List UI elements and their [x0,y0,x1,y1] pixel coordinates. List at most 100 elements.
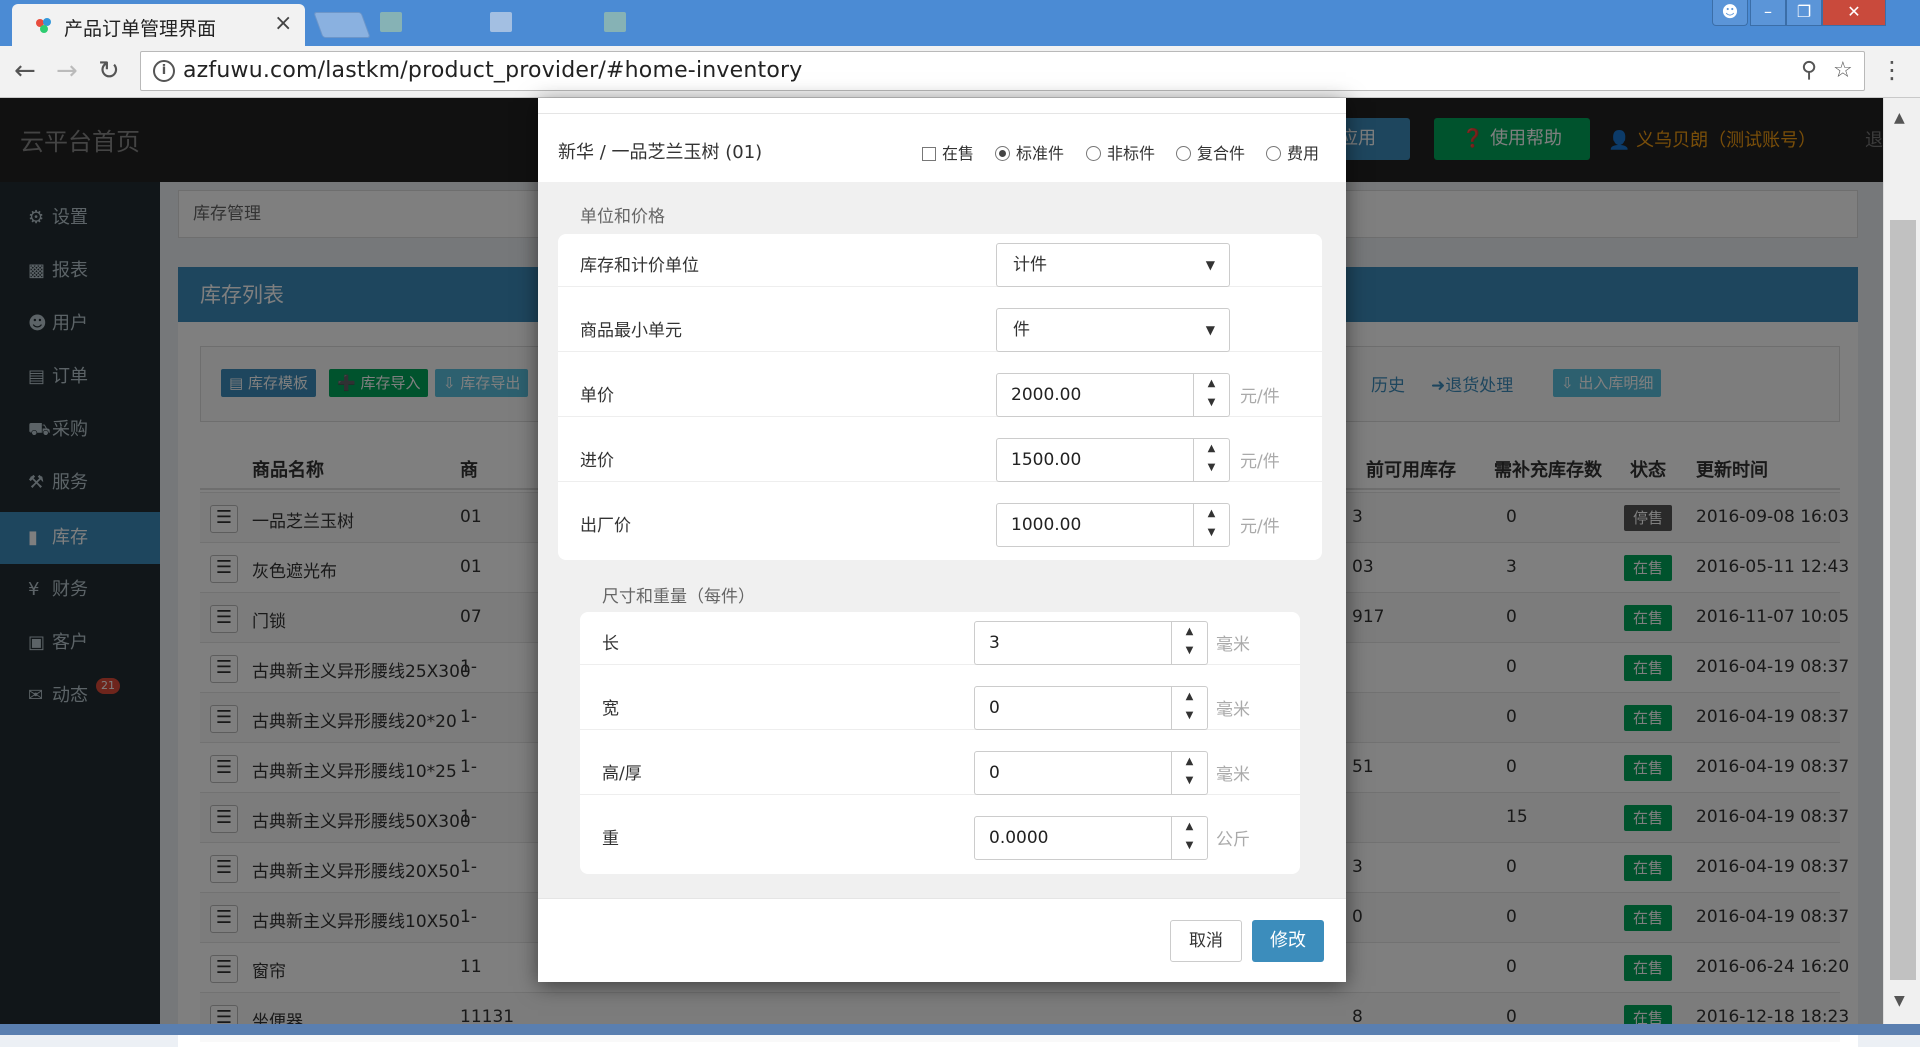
field-label: 长 [602,634,619,654]
window-close-button[interactable]: ✕ [1822,0,1886,26]
spin-up-icon[interactable]: ▲ [1208,443,1216,454]
edit-product-modal: 新华 / 一品芝兰玉树 (01) 在售 标准件 非标件 复合件 费用 单位和价格… [538,98,1346,982]
weight-input[interactable]: 0.0000 ▲ ▼ [974,816,1208,860]
spin-down-icon[interactable]: ▼ [1186,645,1194,656]
spinner-buttons[interactable]: ▲ ▼ [1171,817,1207,859]
profile-icon[interactable]: ☻ [1712,0,1748,26]
section-unit-price: 单位和价格 [580,207,665,227]
price-row: 单价 2000.00 ▲ ▼ 元/件 [558,364,1322,417]
bookmark-star-icon[interactable]: ☆ [1833,58,1853,83]
save-button[interactable]: 修改 [1252,920,1324,962]
price-input[interactable]: 2000.00 ▲ ▼ [996,373,1230,417]
spin-up-icon[interactable]: ▲ [1186,691,1194,702]
cost-input[interactable]: 1500.00 ▲ ▼ [996,438,1230,482]
radio-selected[interactable] [995,146,1010,161]
spin-down-icon[interactable]: ▼ [1186,775,1194,786]
spinner-buttons[interactable]: ▲ ▼ [1171,687,1207,729]
standard-radio[interactable]: 标准件 [995,140,1064,164]
background-thumbnail [490,12,512,32]
modal-title: 新华 / 一品芝兰玉树 (01) [558,142,763,163]
select-value: 计件 [1013,255,1047,275]
spinner-buttons[interactable]: ▲ ▼ [1193,439,1229,481]
spinner-buttons[interactable]: ▲ ▼ [1193,374,1229,416]
radio-button[interactable] [1266,146,1281,161]
modal-footer: 取消 修改 [538,898,1346,982]
composite-radio[interactable]: 复合件 [1176,140,1245,164]
input-value: 0.0000 [989,828,1049,848]
minimize-button[interactable]: – [1750,0,1786,26]
non-standard-radio[interactable]: 非标件 [1086,140,1155,164]
stock-unit-row: 库存和计价单位 计件 ▼ [558,234,1322,287]
unit-price-panel: 库存和计价单位 计件 ▼ 商品最小单元 件 ▼ 单价 2000.00 ▲ ▼ 元/件 进… [558,234,1322,560]
spinner-buttons[interactable]: ▲ ▼ [1171,752,1207,794]
tab-title: 产品订单管理界面 [64,18,217,40]
spin-up-icon[interactable]: ▲ [1186,756,1194,767]
browser-menu-icon[interactable]: ⋮ [1880,56,1904,84]
spin-down-icon[interactable]: ▼ [1208,527,1216,538]
info-icon[interactable]: i [153,60,175,82]
field-label: 重 [602,829,619,849]
field-label: 宽 [602,699,619,719]
unit-label: 元/件 [1240,517,1280,537]
on-sale-checkbox[interactable]: 在售 [922,140,974,164]
field-label: 进价 [580,451,614,471]
radio-button[interactable] [1176,146,1191,161]
spin-down-icon[interactable]: ▼ [1208,462,1216,473]
browser-tab[interactable]: 产品订单管理界面 × [12,4,305,46]
input-value: 2000.00 [1011,385,1082,405]
scroll-down-icon[interactable]: ▼ [1894,993,1905,1009]
modal-top-edge [538,98,1346,114]
url-text[interactable]: azfuwu.com/lastkm/product_provider/#home… [183,58,802,83]
fee-radio[interactable]: 费用 [1266,140,1319,164]
unit-label: 元/件 [1240,452,1280,472]
option-label: 在售 [942,144,975,163]
spinner-buttons[interactable]: ▲ ▼ [1171,622,1207,664]
browser-tab-bar: 产品订单管理界面 × ☻ – ❐ ✕ [0,0,1920,46]
factory-price-input[interactable]: 1000.00 ▲ ▼ [996,503,1230,547]
spin-up-icon[interactable]: ▲ [1208,508,1216,519]
length-row: 长 3 ▲ ▼ 毫米 [580,612,1300,665]
checkbox-box[interactable] [922,147,936,161]
scroll-up-icon[interactable]: ▲ [1894,110,1905,126]
spin-up-icon[interactable]: ▲ [1186,626,1194,637]
select-value: 件 [1013,320,1030,340]
scroll-thumb[interactable] [1890,220,1916,980]
field-label: 库存和计价单位 [580,256,699,276]
dropdown-arrow-icon: ▼ [1205,258,1215,272]
spin-up-icon[interactable]: ▲ [1208,378,1216,389]
modal-body: 单位和价格 库存和计价单位 计件 ▼ 商品最小单元 件 ▼ 单价 2000.00 ▲ ▼… [538,182,1346,898]
height-row: 高/厚 0 ▲ ▼ 毫米 [580,742,1300,795]
spin-down-icon[interactable]: ▼ [1208,397,1216,408]
cancel-button[interactable]: 取消 [1170,920,1242,962]
field-label: 单价 [580,386,614,406]
field-label: 高/厚 [602,764,642,784]
back-arrow-icon[interactable]: ← [14,56,36,86]
dropdown-arrow-icon: ▼ [1205,323,1215,337]
stock-unit-select[interactable]: 计件 ▼ [996,243,1230,287]
option-label: 费用 [1287,144,1320,163]
spin-down-icon[interactable]: ▼ [1186,840,1194,851]
url-bar[interactable]: i azfuwu.com/lastkm/product_provider/#ho… [140,51,1865,91]
input-value: 3 [989,633,1000,653]
spin-down-icon[interactable]: ▼ [1186,710,1194,721]
section-size-weight: 尺寸和重量（每件） [602,587,755,607]
input-value: 1000.00 [1011,515,1082,535]
width-input[interactable]: 0 ▲ ▼ [974,686,1208,730]
address-toolbar: ← → ↻ i azfuwu.com/lastkm/product_provid… [0,46,1920,98]
cost-row: 进价 1500.00 ▲ ▼ 元/件 [558,429,1322,482]
forward-arrow-icon[interactable]: → [56,56,78,86]
radio-button[interactable] [1086,146,1101,161]
tab-close-icon[interactable]: × [274,11,292,36]
maximize-button[interactable]: ❐ [1786,0,1822,26]
height-input[interactable]: 0 ▲ ▼ [974,751,1208,795]
page-scrollbar[interactable]: ▲ ▼ [1883,98,1920,1035]
new-tab-button[interactable] [313,12,371,38]
reload-icon[interactable]: ↻ [98,56,120,86]
spin-up-icon[interactable]: ▲ [1186,821,1194,832]
spinner-buttons[interactable]: ▲ ▼ [1193,504,1229,546]
unit-label: 毫米 [1216,765,1250,785]
background-thumbnail [380,12,402,32]
length-input[interactable]: 3 ▲ ▼ [974,621,1208,665]
min-unit-select[interactable]: 件 ▼ [996,308,1230,352]
zoom-icon[interactable]: ⚲ [1801,58,1817,83]
